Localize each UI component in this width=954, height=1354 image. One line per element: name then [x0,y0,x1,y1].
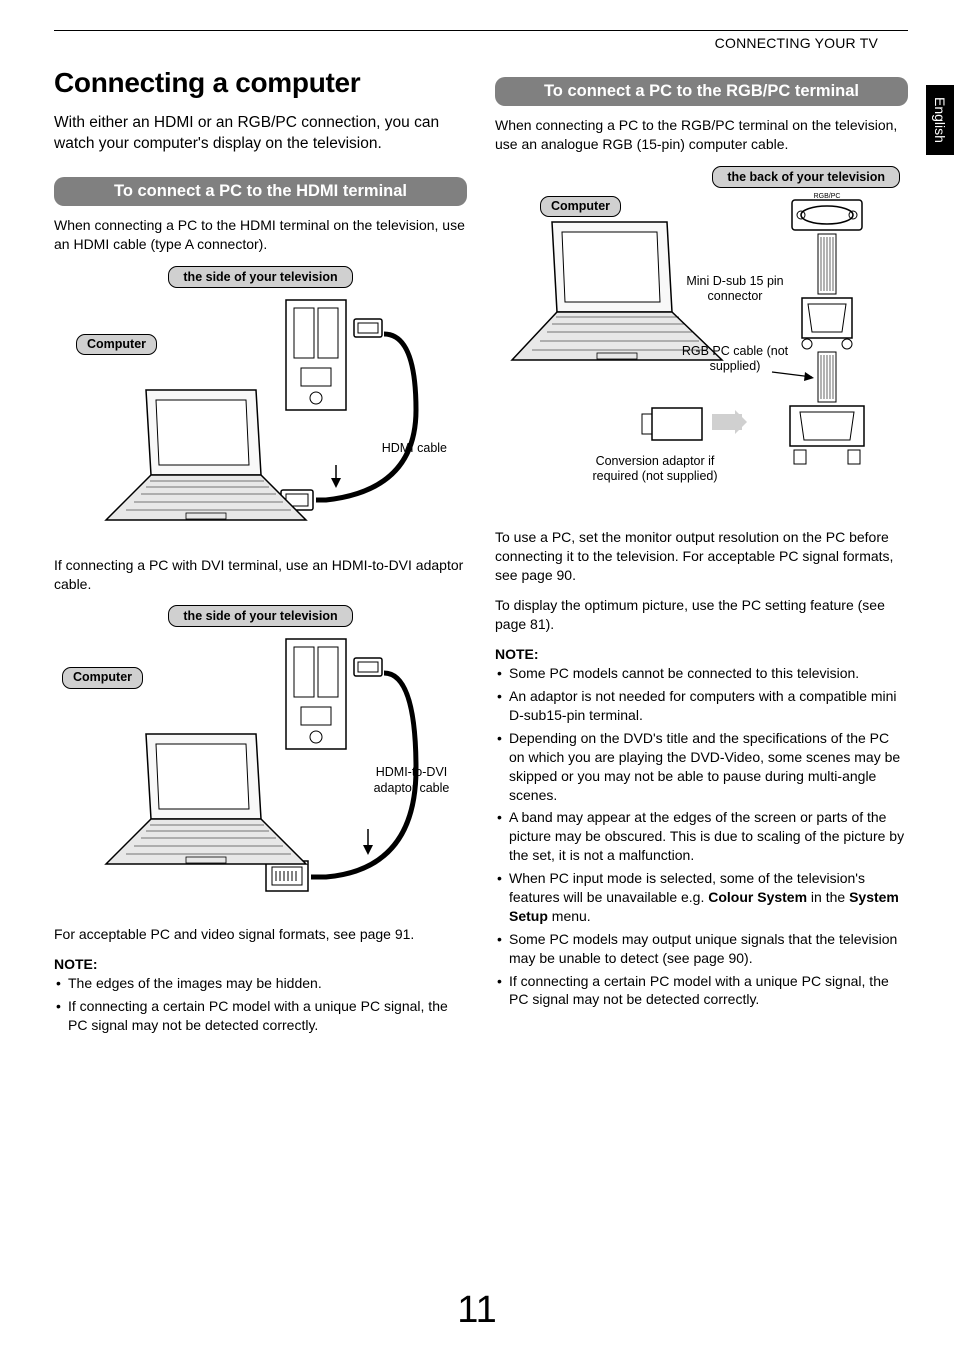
hdmi-figure: the side of your television [54,266,467,540]
dvi-paragraph: If connecting a PC with DVI terminal, us… [54,556,467,594]
rgb-body: When connecting a PC to the RGB/PC termi… [495,116,908,154]
header-breadcrumb: CONNECTING YOUR TV [54,35,908,51]
left-note-2: If connecting a certain PC model with a … [54,997,467,1035]
rgb-section-heading: To connect a PC to the RGB/PC terminal [495,77,908,106]
right-notes-list: Some PC models cannot be connected to th… [495,664,908,1009]
intro-paragraph: With either an HDMI or an RGB/PC connect… [54,113,467,155]
right-note-1: Some PC models cannot be connected to th… [495,664,908,683]
right-para1: To use a PC, set the monitor output reso… [495,528,908,585]
port-label: RGB/PC [813,193,840,200]
page-title: Connecting a computer [54,67,467,99]
fig2-cable-label: HDMI-to-DVI adaptor cable [364,765,459,796]
language-tab: English [926,85,954,155]
dvi-figure: the side of your television [54,605,467,909]
fig2-label: the side of your television [168,605,352,627]
fig3-rgb-label: RGB PC cable (not supplied) [680,344,790,375]
fig2-computer-label: Computer [62,667,143,689]
formats-paragraph: For acceptable PC and video signal forma… [54,925,467,944]
fig3-label: the back of your television [712,166,900,188]
right-note-3: Depending on the DVD's title and the spe… [495,729,908,805]
fig3-mini-label: Mini D-sub 15 pin connector [680,274,790,305]
right-note-2: An adaptor is not needed for computers w… [495,687,908,725]
right-note-5: When PC input mode is selected, some of … [495,869,908,926]
rgb-figure: the back of your television RGB/PC [495,166,908,522]
left-note-heading: NOTE: [54,956,467,972]
left-note-1: The edges of the images may be hidden. [54,974,467,993]
fig1-label: the side of your television [168,266,352,288]
fig3-conv-label: Conversion adaptor if required (not supp… [585,454,725,485]
fig1-cable-label: HDMI cable [382,441,447,457]
page-number: 11 [457,1289,496,1332]
left-notes-list: The edges of the images may be hidden. I… [54,974,467,1035]
right-note-6: Some PC models may output unique signals… [495,930,908,968]
hdmi-body: When connecting a PC to the HDMI termina… [54,216,467,254]
hdmi-section-heading: To connect a PC to the HDMI terminal [54,177,467,206]
right-note-4: A band may appear at the edges of the sc… [495,808,908,865]
right-para2: To display the optimum picture, use the … [495,596,908,634]
fig3-computer-label: Computer [540,196,621,218]
right-note-7: If connecting a certain PC model with a … [495,972,908,1010]
right-note-heading: NOTE: [495,646,908,662]
fig1-computer-label: Computer [76,334,157,356]
